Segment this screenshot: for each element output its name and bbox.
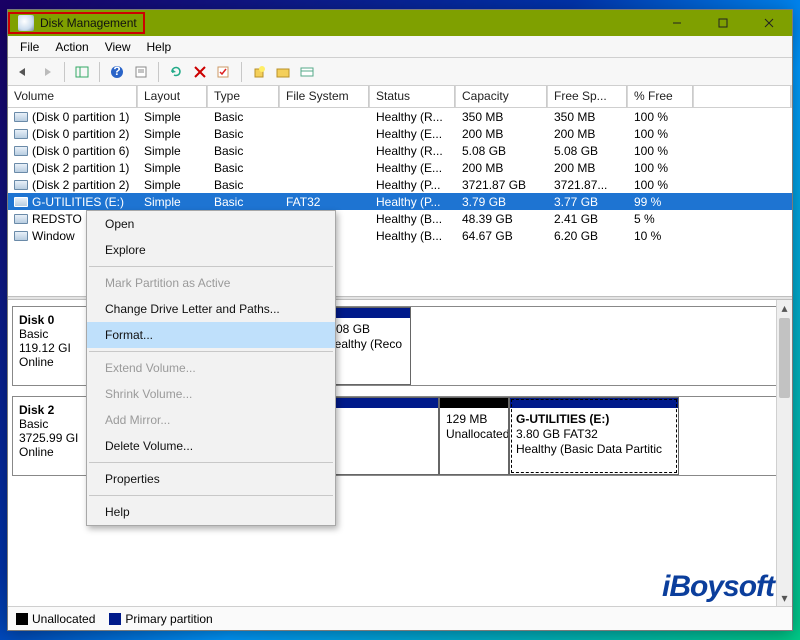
column-header[interactable]: File System [280,86,370,107]
partition[interactable]: 129 MBUnallocated [439,397,509,475]
disk-size: 3725.99 GI [19,431,90,445]
volume-row[interactable]: (Disk 0 partition 6)SimpleBasicHealthy (… [8,142,792,159]
window-controls [654,10,792,36]
menu-item-change-drive-letter-and-paths[interactable]: Change Drive Letter and Paths... [87,296,335,322]
volume-row[interactable]: (Disk 2 partition 1)SimpleBasicHealthy (… [8,159,792,176]
legend-swatch [16,613,28,625]
legend-item: Unallocated [16,612,95,626]
volume-row[interactable]: (Disk 2 partition 2)SimpleBasicHealthy (… [8,176,792,193]
title-highlight: Disk Management [8,12,145,34]
context-menu: OpenExplore Mark Partition as ActiveChang… [86,210,336,526]
disk-name: Disk 2 [19,403,90,417]
menu-item-mark-partition-as-active: Mark Partition as Active [87,270,335,296]
maximize-button[interactable] [700,10,746,36]
column-header[interactable]: % Free [628,86,694,107]
menu-item-open[interactable]: Open [87,211,335,237]
legend-swatch [109,613,121,625]
properties-button[interactable] [130,61,152,83]
partition[interactable]: G-UTILITIES (E:)3.80 GB FAT32Healthy (Ba… [509,397,679,475]
menu-item-shrink-volume: Shrink Volume... [87,381,335,407]
forward-button[interactable] [36,61,58,83]
column-header[interactable]: Free Sp... [548,86,628,107]
disk-info: Disk 2Basic3725.99 GIOnline [13,397,97,475]
disk-type: Basic [19,417,90,431]
scroll-up-icon[interactable]: ▴ [777,300,792,316]
volume-icon [14,197,28,207]
menu-item-add-mirror: Add Mirror... [87,407,335,433]
menu-help[interactable]: Help [139,38,180,56]
disk-name: Disk 0 [19,313,90,327]
column-header[interactable]: Type [208,86,280,107]
menu-item-properties[interactable]: Properties [87,466,335,492]
disk-info: Disk 0Basic119.12 GIOnline [13,307,97,385]
volume-icon [14,163,28,173]
menu-file[interactable]: File [12,38,47,56]
minimize-button[interactable] [654,10,700,36]
titlebar[interactable]: Disk Management [8,10,792,36]
column-headers: VolumeLayoutTypeFile SystemStatusCapacit… [8,86,792,108]
help-button[interactable]: ? [106,61,128,83]
volume-icon [14,214,28,224]
menu-action[interactable]: Action [47,38,96,56]
refresh-button[interactable] [165,61,187,83]
menu-view[interactable]: View [97,38,139,56]
toolbar: ? [8,58,792,86]
disk-type: Basic [19,327,90,341]
volume-icon [14,112,28,122]
legend-item: Primary partition [109,612,212,626]
column-header[interactable]: Capacity [456,86,548,107]
volume-icon [14,146,28,156]
show-hide-console-tree-button[interactable] [71,61,93,83]
column-header[interactable]: Volume [8,86,138,107]
legend: Unallocated Primary partition [8,606,792,630]
folder-button[interactable] [272,61,294,83]
volume-icon [14,231,28,241]
vertical-scrollbar[interactable]: ▴ ▾ [776,300,792,606]
new-button[interactable] [248,61,270,83]
close-button[interactable] [746,10,792,36]
scroll-down-icon[interactable]: ▾ [777,590,792,606]
settings-table-button[interactable] [296,61,318,83]
menu-item-explore[interactable]: Explore [87,237,335,263]
delete-button[interactable] [189,61,211,83]
volume-icon [14,129,28,139]
menu-item-format[interactable]: Format... [87,322,335,348]
volume-icon [14,180,28,190]
disk-status: Online [19,445,90,459]
menu-item-help[interactable]: Help [87,499,335,525]
scrollbar-thumb[interactable] [779,318,790,398]
menu-item-delete-volume[interactable]: Delete Volume... [87,433,335,459]
volume-row[interactable]: (Disk 0 partition 2)SimpleBasicHealthy (… [8,125,792,142]
volume-row[interactable]: G-UTILITIES (E:)SimpleBasicFAT32Healthy … [8,193,792,210]
column-header[interactable]: Status [370,86,456,107]
volume-row[interactable]: (Disk 0 partition 1)SimpleBasicHealthy (… [8,108,792,125]
window-title: Disk Management [40,16,137,30]
app-icon [18,15,34,31]
disk-status: Online [19,355,90,369]
disk-size: 119.12 GI [19,341,90,355]
menu-item-extend-volume: Extend Volume... [87,355,335,381]
back-button[interactable] [12,61,34,83]
svg-text:?: ? [113,65,120,78]
menubar: FileActionViewHelp [8,36,792,58]
disk-management-window: Disk Management FileActionViewHelp ? Vol… [7,9,793,631]
column-header[interactable]: Layout [138,86,208,107]
check-button[interactable] [213,61,235,83]
